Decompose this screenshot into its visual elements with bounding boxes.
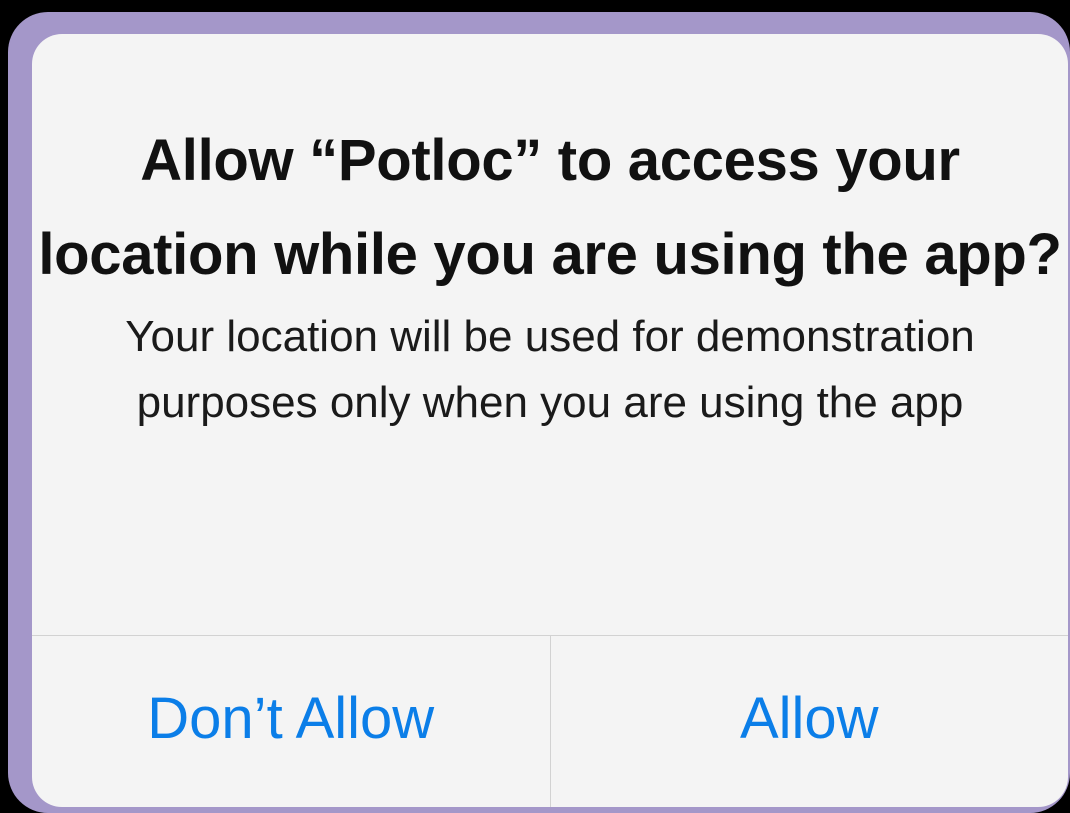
alert-buttons: Don’t Allow Allow bbox=[32, 636, 1068, 807]
alert-title: Allow “Potloc” to access your location w… bbox=[38, 128, 1062, 287]
highlight-frame: Allow “Potloc” to access your location w… bbox=[8, 12, 1070, 813]
allow-button[interactable]: Allow bbox=[551, 636, 1069, 807]
alert-body: Allow “Potloc” to access your location w… bbox=[32, 34, 1068, 634]
alert-message: Your location will be used for demonstra… bbox=[125, 312, 975, 427]
dont-allow-button[interactable]: Don’t Allow bbox=[32, 636, 550, 807]
location-permission-alert: Allow “Potloc” to access your location w… bbox=[32, 34, 1068, 807]
